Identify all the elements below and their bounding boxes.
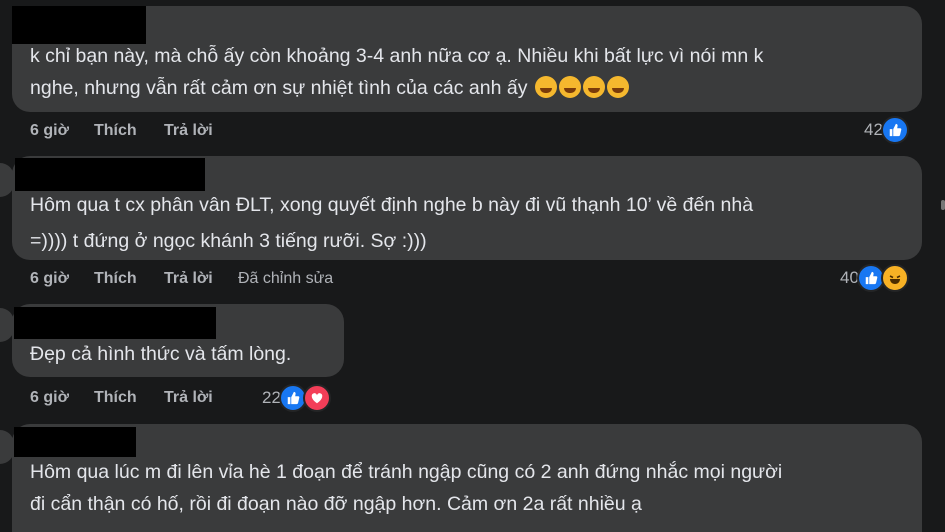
hugging-face-icon bbox=[534, 76, 557, 98]
reaction-summary[interactable]: 40 bbox=[840, 264, 909, 292]
hugging-face-icon bbox=[606, 76, 629, 98]
like-link[interactable]: Thích bbox=[94, 270, 137, 288]
comment-text-line: nghe, nhưng vẫn rất cảm ơn sự nhiệt tình… bbox=[30, 72, 629, 104]
comment-text-line: =)))) t đứng ở ngọc khánh 3 tiếng rưỡi. … bbox=[30, 230, 427, 252]
reaction-summary[interactable]: 22 bbox=[262, 384, 331, 412]
reply-link[interactable]: Trả lời bbox=[164, 389, 213, 407]
like-link[interactable]: Thích bbox=[94, 389, 137, 407]
redacted-author-name bbox=[14, 427, 136, 457]
comment-text-line: Đẹp cả hình thức và tấm lòng. bbox=[30, 343, 292, 365]
timestamp[interactable]: 6 giờ bbox=[30, 122, 69, 140]
haha-reaction-icon bbox=[880, 264, 909, 292]
hugging-face-icon bbox=[558, 76, 581, 98]
hugging-face-icon bbox=[582, 76, 605, 98]
like-reaction-icon bbox=[880, 116, 909, 144]
reaction-summary[interactable]: 42 bbox=[864, 116, 909, 144]
edited-label[interactable]: Đã chỉnh sửa bbox=[238, 270, 333, 288]
redacted-author-name bbox=[14, 307, 216, 339]
reply-link[interactable]: Trả lời bbox=[164, 122, 213, 140]
comment-text-line: Hôm qua lúc m đi lên vỉa hè 1 đoạn để tr… bbox=[30, 461, 783, 483]
love-reaction-icon bbox=[302, 384, 331, 412]
comment-text-line: k chỉ bạn này, mà chỗ ấy còn khoảng 3-4 … bbox=[30, 45, 764, 67]
like-link[interactable]: Thích bbox=[94, 122, 137, 140]
redacted-author-name bbox=[15, 158, 205, 191]
redacted-author-name bbox=[12, 6, 146, 44]
timestamp[interactable]: 6 giờ bbox=[30, 389, 69, 407]
timestamp[interactable]: 6 giờ bbox=[30, 270, 69, 288]
comment-text-line: đi cẩn thận có hố, rồi đi đoạn nào đỡ ng… bbox=[30, 493, 642, 515]
comment-text-line: Hôm qua t cx phân vân ĐLT, xong quyết đị… bbox=[30, 194, 754, 216]
scrollbar[interactable] bbox=[941, 200, 945, 210]
reply-link[interactable]: Trả lời bbox=[164, 270, 213, 288]
